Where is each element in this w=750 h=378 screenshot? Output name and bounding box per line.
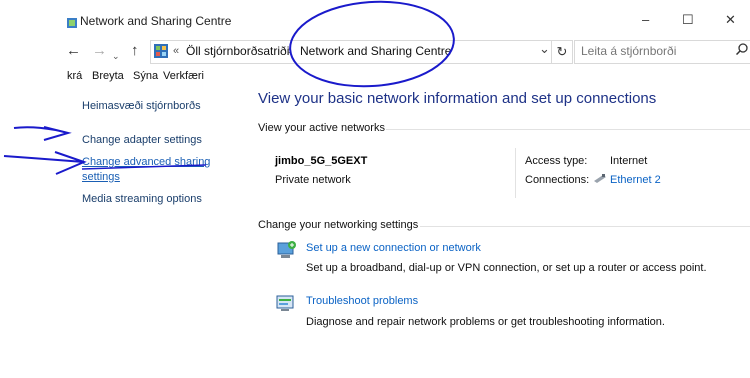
- annotation-overlay: [3, 0, 455, 175]
- annotation-circle: [289, 0, 455, 88]
- annotation-arrow-1: [13, 126, 72, 141]
- annotation-arrow-2: [3, 151, 87, 175]
- annotation-underline: [81, 164, 207, 170]
